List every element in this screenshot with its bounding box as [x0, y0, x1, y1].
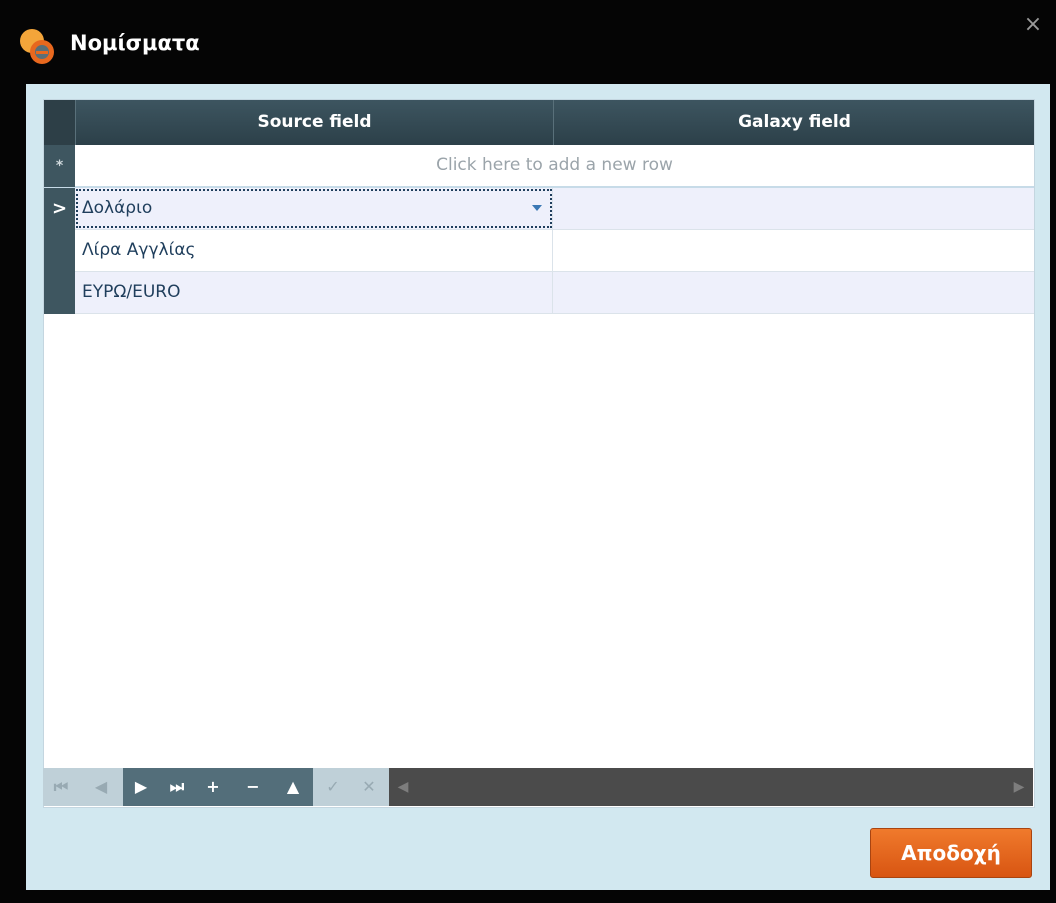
- cancel-edit-icon[interactable]: ✕: [355, 768, 383, 806]
- dropdown-arrow-icon[interactable]: [532, 205, 542, 211]
- navigator-buttons: ⏮ ◀ ▶ ⏭ + − ▲ ✓ ✕: [43, 768, 389, 806]
- current-row-indicator-icon: >: [44, 188, 75, 230]
- remove-record-icon[interactable]: −: [239, 768, 267, 806]
- source-field-value: Δολάριο: [82, 198, 153, 218]
- row-selector[interactable]: [44, 272, 75, 314]
- edit-record-icon[interactable]: ▲: [279, 768, 307, 806]
- mapping-grid: Source field Galaxy field * Click here t…: [43, 99, 1035, 808]
- currency-mapping-window: Νομίσματα × Source field Galaxy field * …: [0, 0, 1056, 903]
- next-record-icon[interactable]: ▶: [127, 768, 155, 806]
- dialog-body: Source field Galaxy field * Click here t…: [26, 84, 1050, 890]
- accept-button[interactable]: Αποδοχή: [870, 828, 1032, 878]
- app-logo-icon: [20, 29, 54, 64]
- new-row-marker-icon: *: [44, 145, 75, 187]
- window-title: Νομίσματα: [70, 31, 200, 55]
- table-row[interactable]: Λίρα Αγγλίας: [44, 230, 1034, 272]
- data-navigator: ⏮ ◀ ▶ ⏭ + − ▲ ✓ ✕ ◀ ▶: [43, 768, 1033, 806]
- source-field-cell[interactable]: Λίρα Αγγλίας: [75, 230, 553, 271]
- title-bar: Νομίσματα ×: [0, 0, 1056, 84]
- galaxy-field-cell[interactable]: [553, 230, 1034, 271]
- scroll-right-icon[interactable]: ▶: [1009, 768, 1029, 806]
- table-row[interactable]: ΕΥΡΩ/EURO: [44, 272, 1034, 314]
- first-record-icon[interactable]: ⏮: [47, 768, 75, 806]
- horizontal-scrollbar[interactable]: ◀ ▶: [389, 768, 1033, 806]
- previous-record-icon[interactable]: ◀: [87, 768, 115, 806]
- save-record-icon[interactable]: ✓: [319, 768, 347, 806]
- galaxy-field-cell[interactable]: [553, 188, 1034, 229]
- add-record-icon[interactable]: +: [199, 768, 227, 806]
- table-row[interactable]: > Δολάριο: [44, 188, 1034, 230]
- scroll-left-icon[interactable]: ◀: [393, 768, 413, 806]
- last-record-icon[interactable]: ⏭: [163, 768, 191, 806]
- new-row[interactable]: * Click here to add a new row: [44, 145, 1034, 188]
- new-row-placeholder[interactable]: Click here to add a new row: [75, 145, 1034, 186]
- column-header-galaxy-field[interactable]: Galaxy field: [553, 100, 1035, 145]
- source-field-cell[interactable]: Δολάριο: [75, 188, 553, 229]
- source-field-cell[interactable]: ΕΥΡΩ/EURO: [75, 272, 553, 313]
- row-selector[interactable]: [44, 230, 75, 272]
- header-row-selector: [44, 100, 75, 145]
- close-icon[interactable]: ×: [1022, 14, 1044, 36]
- galaxy-field-cell[interactable]: [553, 272, 1034, 313]
- grid-header: Source field Galaxy field: [44, 100, 1034, 145]
- column-header-source-field[interactable]: Source field: [75, 100, 553, 145]
